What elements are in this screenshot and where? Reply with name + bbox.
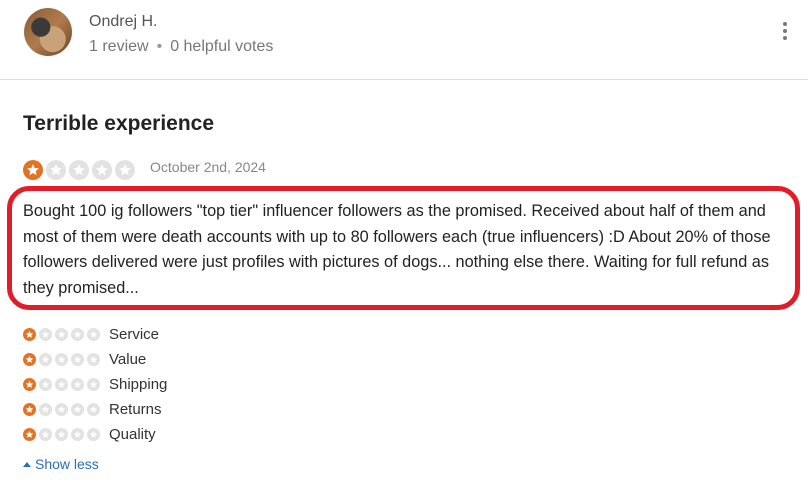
star-icon [23, 378, 36, 391]
review-body: Bought 100 ig followers "top tier" influ… [23, 202, 771, 297]
star-icon [71, 378, 84, 391]
star-icon [69, 160, 89, 180]
sub-rating-stars [23, 428, 109, 441]
star-icon [23, 160, 43, 180]
helpful-votes: 0 helpful votes [170, 38, 274, 55]
sub-rating-row: Service [23, 322, 167, 347]
sub-rating-row: Value [23, 347, 167, 372]
star-icon [71, 353, 84, 366]
star-icon [39, 428, 52, 441]
sub-rating-stars [23, 378, 109, 391]
sub-rating-row: Quality [23, 422, 167, 447]
separator-dot: • [156, 38, 163, 55]
overall-rating-stars [23, 160, 135, 180]
sub-rating-row: Shipping [23, 372, 167, 397]
sub-rating-stars [23, 403, 109, 416]
star-icon [55, 403, 68, 416]
sub-rating-label: Returns [109, 401, 162, 418]
star-icon [39, 378, 52, 391]
star-icon [87, 403, 100, 416]
star-icon [87, 428, 100, 441]
show-less-label: Show less [35, 456, 99, 472]
star-icon [87, 353, 100, 366]
more-options-icon[interactable] [778, 22, 792, 42]
reviewer-name[interactable]: Ondrej H. [89, 13, 157, 31]
review-title: Terrible experience [23, 112, 215, 135]
reviewer-meta: 1 review • 0 helpful votes [89, 38, 273, 56]
caret-up-icon [23, 461, 31, 467]
star-icon [71, 403, 84, 416]
star-icon [87, 328, 100, 341]
star-icon [71, 328, 84, 341]
sub-rating-row: Returns [23, 397, 167, 422]
sub-ratings: Service Value Shipping Returns Quality [23, 322, 167, 447]
star-icon [55, 428, 68, 441]
star-icon [115, 160, 135, 180]
sub-rating-label: Service [109, 326, 160, 343]
sub-rating-stars [23, 328, 109, 341]
avatar[interactable] [24, 8, 72, 56]
star-icon [55, 328, 68, 341]
star-icon [55, 378, 68, 391]
star-icon [23, 328, 36, 341]
sub-rating-label: Quality [109, 426, 156, 443]
review-date: October 2nd, 2024 [150, 159, 266, 175]
star-icon [23, 353, 36, 366]
star-icon [39, 328, 52, 341]
star-icon [46, 160, 66, 180]
star-icon [92, 160, 112, 180]
star-icon [39, 353, 52, 366]
star-icon [23, 428, 36, 441]
reviewer-header: Ondrej H. 1 review • 0 helpful votes [0, 0, 808, 80]
star-icon [39, 403, 52, 416]
sub-rating-label: Shipping [109, 376, 168, 393]
star-icon [87, 378, 100, 391]
star-icon [55, 353, 68, 366]
review-count: 1 review [89, 38, 149, 55]
show-less-link[interactable]: Show less [23, 456, 99, 472]
sub-rating-label: Value [109, 351, 147, 368]
star-icon [71, 428, 84, 441]
star-icon [23, 403, 36, 416]
sub-rating-stars [23, 353, 109, 366]
